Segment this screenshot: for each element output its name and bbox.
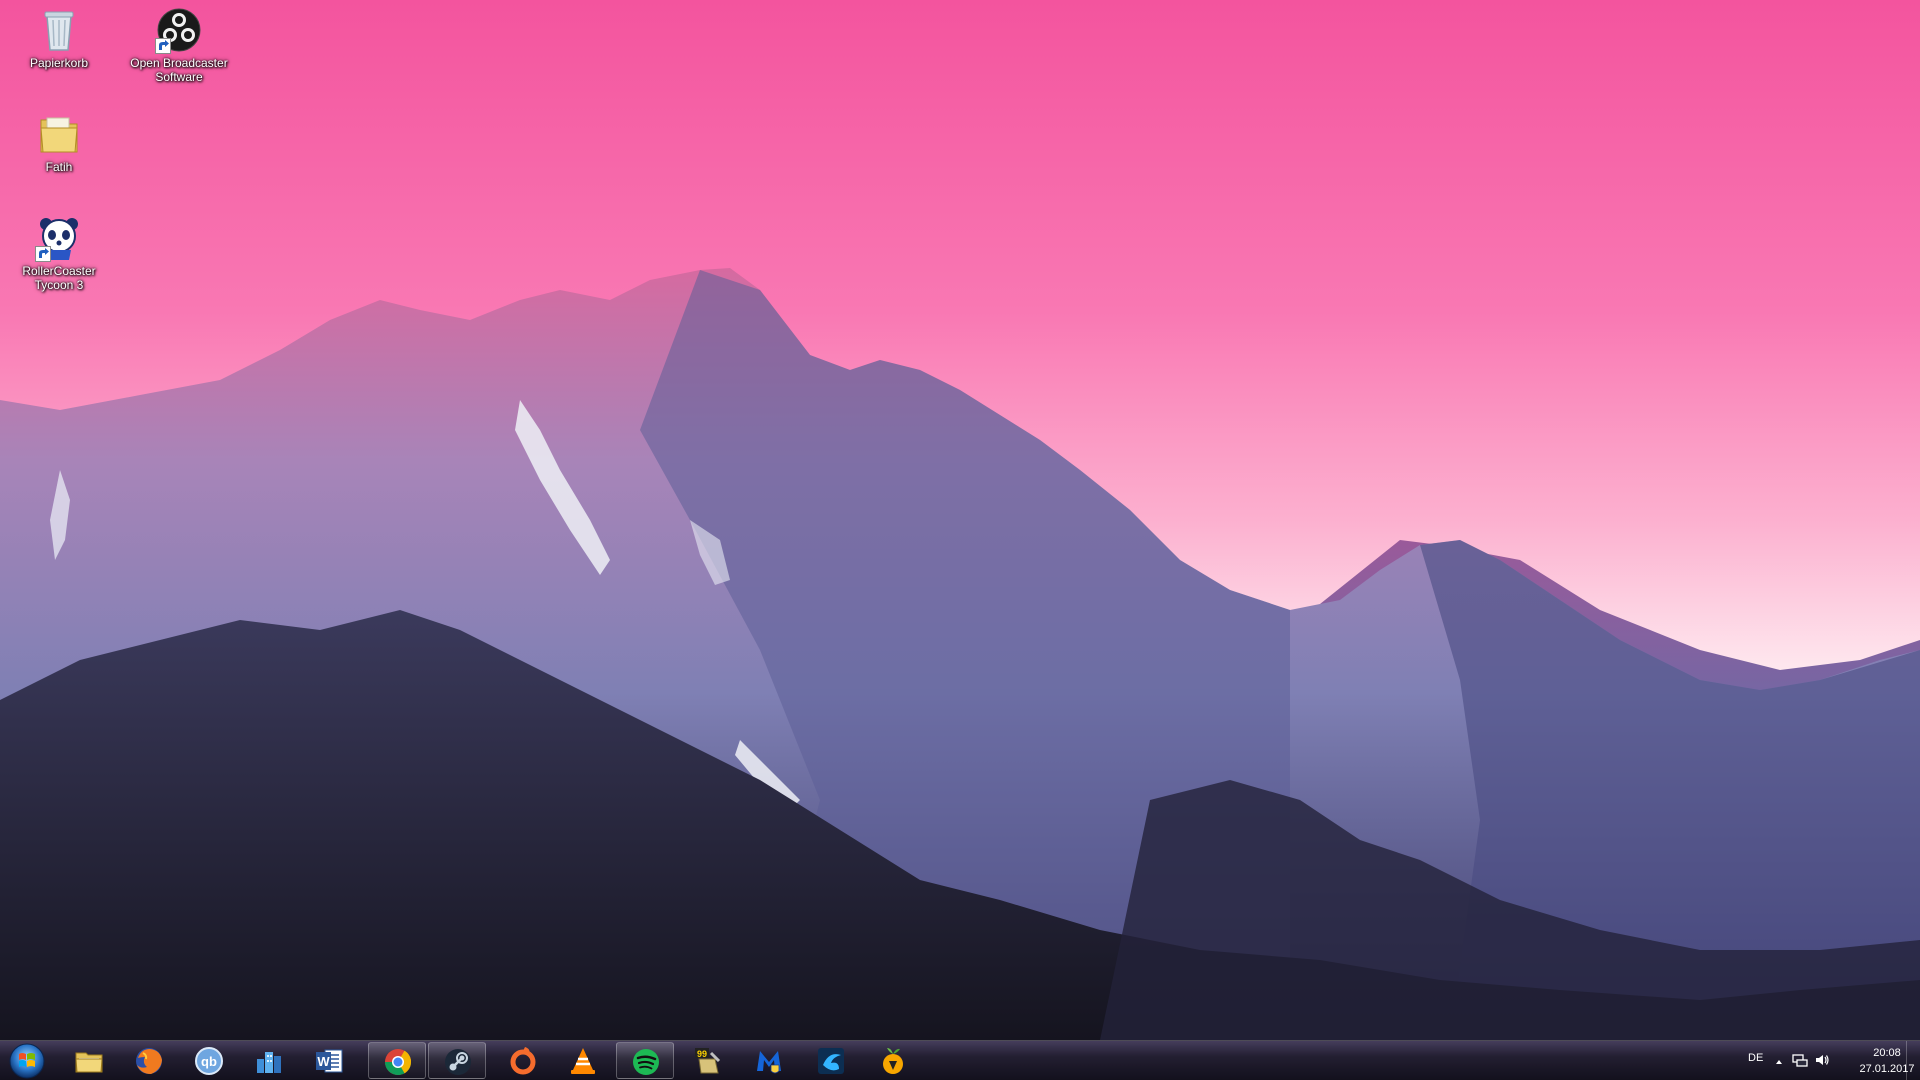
taskbar-app-city[interactable]: [240, 1042, 298, 1079]
taskbar-app-fruit[interactable]: [864, 1042, 922, 1079]
wallpaper-mountains: [0, 0, 1920, 1040]
svg-text:99: 99: [697, 1049, 707, 1059]
desktop-icon-label: RollerCoaster Tycoon 3: [22, 264, 96, 292]
taskbar-app-firefox[interactable]: [120, 1042, 178, 1079]
desktop-icon-rollercoaster-tycoon-3[interactable]: RollerCoaster Tycoon 3: [4, 214, 114, 292]
folder-icon: [35, 110, 83, 158]
taskbar-app-qbittorrent[interactable]: qb: [180, 1042, 238, 1079]
obs-icon: [155, 6, 203, 54]
qbittorrent-icon: qb: [195, 1047, 223, 1075]
desktop-icon-folder-fatih[interactable]: Fatih: [4, 110, 114, 174]
taskbar-app-spotify[interactable]: [616, 1042, 674, 1079]
steam-icon: [445, 1049, 471, 1075]
vlc-icon: [571, 1048, 595, 1074]
show-desktop-button[interactable]: [1906, 1041, 1920, 1080]
volume-icon[interactable]: [1814, 1052, 1830, 1073]
spotify-icon: [633, 1049, 659, 1075]
desktop-icon-recycle-bin[interactable]: Papierkorb: [4, 6, 114, 70]
language-indicator[interactable]: DE: [1748, 1052, 1763, 1064]
blue-swirl-icon: [818, 1048, 844, 1074]
desktop-icon-label: Open Broadcaster Software: [130, 56, 228, 84]
folder-icon: [75, 1052, 103, 1073]
taskbar-app-steam[interactable]: [428, 1042, 486, 1079]
chevron-up-icon[interactable]: [1774, 1054, 1784, 1072]
taskbar-app-vlc[interactable]: [554, 1042, 612, 1079]
svg-text:qb: qb: [201, 1054, 217, 1069]
word-icon: W: [316, 1049, 343, 1073]
taskbar: qb W 99 DE 20:08 27.01.2017: [0, 1040, 1920, 1080]
taskbar-app-explorer[interactable]: [60, 1042, 118, 1079]
taskbar-app-word[interactable]: W: [300, 1042, 358, 1079]
chrome-icon: [384, 1049, 412, 1076]
desktop[interactable]: Papierkorb Open Broadcaster Software Fat…: [0, 0, 1920, 1080]
desktop-icon-label: Papierkorb: [29, 56, 89, 70]
desktop-icon-label: Fatih: [45, 160, 73, 174]
svg-text:W: W: [317, 1054, 330, 1069]
taskbar-app-chrome[interactable]: [368, 1042, 426, 1079]
taskbar-app-99[interactable]: 99: [678, 1042, 736, 1079]
taskbar-app-origin[interactable]: [494, 1042, 552, 1079]
windows-logo-icon: [9, 1043, 45, 1079]
network-icon[interactable]: [1792, 1052, 1808, 1073]
shortcut-arrow-icon: [35, 246, 51, 262]
desktop-icon-obs[interactable]: Open Broadcaster Software: [124, 6, 234, 84]
clock-time[interactable]: 20:08: [1862, 1047, 1912, 1059]
taskbar-app-blue-swirl[interactable]: [802, 1042, 860, 1079]
fruit-icon: [883, 1048, 903, 1074]
panda-icon: [35, 214, 83, 262]
start-button[interactable]: [4, 1042, 50, 1080]
shortcut-arrow-icon: [155, 38, 171, 54]
badge-99-icon: 99: [695, 1048, 721, 1074]
firefox-icon: [136, 1048, 162, 1074]
origin-icon: [510, 1047, 536, 1075]
recycle-bin-icon: [35, 6, 83, 54]
malwarebytes-icon: [757, 1051, 781, 1074]
city-icon: [257, 1052, 281, 1073]
taskbar-app-malwarebytes[interactable]: [740, 1042, 798, 1079]
